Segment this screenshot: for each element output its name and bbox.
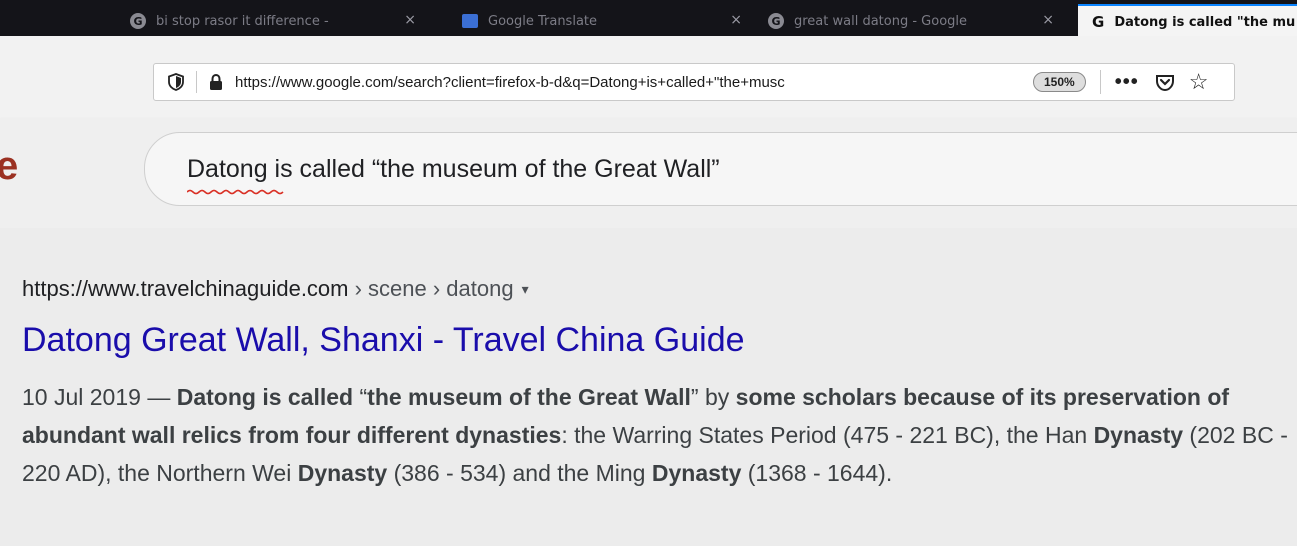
- tab-2-close-icon[interactable]: ×: [730, 12, 742, 28]
- page-actions-menu-icon[interactable]: •••: [1115, 71, 1139, 94]
- google-translate-icon: [462, 14, 478, 28]
- tab-1[interactable]: G bi stop rasor it difference - ×: [130, 6, 430, 36]
- address-bar[interactable]: https://www.google.com/search?client=fir…: [153, 63, 1235, 101]
- result-cite-path: › scene › datong: [348, 276, 514, 301]
- tab-strip: G bi stop rasor it difference - × Google…: [0, 0, 1297, 36]
- tab-4-title: Datong is called "the mu: [1114, 14, 1296, 30]
- address-bar-separator: [196, 71, 197, 93]
- google-g-icon: G: [768, 13, 784, 29]
- tab-3-close-icon[interactable]: ×: [1042, 12, 1054, 28]
- result-cite-domain: https://www.travelchinaguide.com: [22, 276, 349, 301]
- tab-1-close-icon[interactable]: ×: [404, 12, 416, 28]
- google-g-icon: G: [1092, 13, 1105, 31]
- snippet-text: 10 Jul 2019 —: [22, 384, 177, 410]
- navigation-toolbar: https://www.google.com/search?client=fir…: [0, 36, 1297, 118]
- bookmark-star-icon[interactable]: ☆: [1189, 69, 1209, 95]
- snippet-highlight: the museum of the Great Wall: [367, 384, 691, 410]
- search-input[interactable]: Datong is called “the museum of the Grea…: [144, 132, 1297, 206]
- tab-3-title: great wall datong - Google: [794, 13, 968, 29]
- spellcheck-underline: [187, 189, 284, 195]
- result-options-chevron-down-icon[interactable]: ▾: [522, 281, 529, 297]
- result-url-breadcrumb[interactable]: https://www.travelchinaguide.com › scene…: [22, 276, 529, 302]
- snippet-highlight: Dynasty: [1093, 422, 1184, 448]
- tab-1-title: bi stop rasor it difference -: [156, 13, 329, 29]
- snippet-text: : the Warring States Period (475 - 221 B…: [561, 422, 1094, 448]
- tracking-protection-shield-icon[interactable]: [168, 73, 184, 91]
- snippet-text: (386 - 534) and the Ming: [387, 460, 652, 486]
- search-results: https://www.travelchinaguide.com › scene…: [0, 228, 1297, 546]
- tab-2[interactable]: Google Translate ×: [462, 6, 756, 36]
- snippet-highlight: Dynasty: [651, 460, 742, 486]
- tab-2-title: Google Translate: [488, 13, 598, 29]
- result-snippet: 10 Jul 2019 — Datong is called “the muse…: [22, 378, 1292, 492]
- pocket-icon[interactable]: [1155, 72, 1175, 92]
- zoom-level-badge[interactable]: 150%: [1033, 72, 1086, 92]
- snippet-text: ” by: [690, 384, 736, 410]
- snippet-highlight: Dynasty: [297, 460, 388, 486]
- url-text[interactable]: https://www.google.com/search?client=fir…: [235, 74, 995, 91]
- snippet-text: “: [353, 384, 368, 410]
- tab-3[interactable]: G great wall datong - Google ×: [768, 6, 1068, 36]
- address-bar-separator: [1099, 70, 1101, 94]
- tab-4-active[interactable]: G Datong is called "the mu: [1078, 4, 1297, 36]
- search-header: e Datong is called “the museum of the Gr…: [0, 118, 1297, 228]
- search-query-text[interactable]: Datong is called “the museum of the Grea…: [187, 155, 720, 184]
- result-title-link[interactable]: Datong Great Wall, Shanxi - Travel China…: [22, 321, 745, 360]
- google-logo[interactable]: e: [0, 144, 18, 189]
- snippet-highlight: Datong is called: [176, 384, 354, 410]
- lock-icon[interactable]: [209, 74, 223, 90]
- snippet-text: (1368 - 1644).: [741, 460, 893, 486]
- google-g-icon: G: [130, 13, 146, 29]
